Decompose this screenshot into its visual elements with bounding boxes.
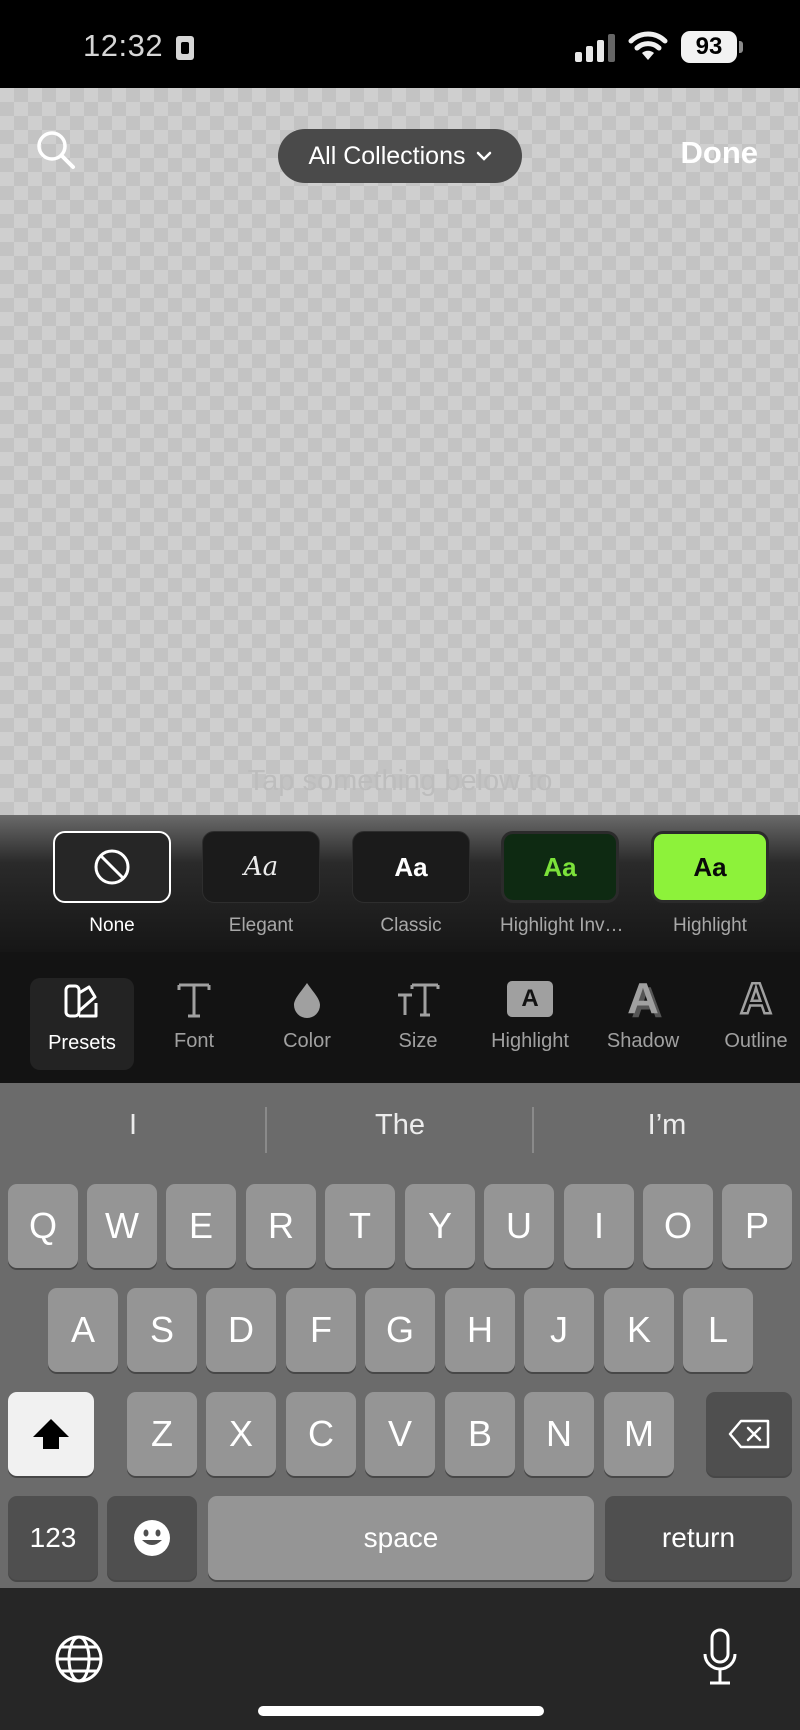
key-f[interactable]: F [286,1288,356,1372]
tool-highlight[interactable]: A Highlight [478,976,582,1053]
return-key[interactable]: return [605,1496,792,1580]
prohibited-icon [94,849,130,885]
presets-icon [64,984,98,1018]
preset-highlight-thumb: Aa [651,831,769,903]
size-icon [398,983,440,1017]
wifi-icon [628,31,668,60]
status-time: 12:32 [83,28,164,63]
search-icon[interactable] [34,128,78,172]
preset-label: None [89,915,135,936]
chevron-down-icon [476,151,491,161]
shadow-icon: A [627,974,659,1023]
key-y[interactable]: Y [405,1184,475,1268]
suggestion-item[interactable]: I’m [534,1109,800,1142]
key-v[interactable]: V [365,1392,435,1476]
key-s[interactable]: S [127,1288,197,1372]
color-drop-icon [294,983,320,1018]
preset-label: Highlight [673,915,747,936]
suggestion-bar: I The I’m [0,1083,800,1179]
key-g[interactable]: G [365,1288,435,1372]
presets-strip: None Aa Elegant Aa Classic Aa Highlight … [0,815,800,952]
key-b[interactable]: B [445,1392,515,1476]
tool-label: Shadow [606,1030,680,1052]
tool-presets[interactable]: Presets [30,978,134,1070]
outline-icon: A [739,974,773,1023]
highlight-icon: A [507,981,553,1017]
tool-label: Color [283,1030,331,1052]
space-key[interactable]: space [208,1496,594,1580]
preset-highlight-inverted[interactable]: Aa Highlight Inv… [500,831,624,937]
numbers-key[interactable]: 123 [8,1496,98,1580]
preset-highlight-inverted-thumb: Aa [501,831,619,903]
tool-shadow[interactable]: A Shadow [591,976,695,1053]
space-key-label: space [363,1522,439,1553]
suggestion-item[interactable]: The [267,1109,533,1142]
preset-elegant-thumb: Aa [202,831,320,903]
collections-label: All Collections [308,141,466,170]
backspace-key[interactable] [706,1392,792,1476]
key-e[interactable]: E [166,1184,236,1268]
tool-label: Presets [48,1032,116,1054]
key-l[interactable]: L [683,1288,753,1372]
key-z[interactable]: Z [127,1392,197,1476]
home-indicator[interactable] [258,1706,544,1716]
key-u[interactable]: U [484,1184,554,1268]
preset-label: Classic [380,915,442,936]
tool-outline[interactable]: A Outline [704,974,800,1053]
preset-highlight[interactable]: Aa Highlight [650,831,770,937]
key-t[interactable]: T [325,1184,395,1268]
battery-indicator: 93 [681,31,737,63]
style-toolbar: Presets Font Color Size A Highlight A Sh… [0,952,800,1083]
key-r[interactable]: R [246,1184,316,1268]
preset-none-thumb [53,831,171,903]
globe-icon[interactable] [53,1633,105,1685]
preset-label: Elegant [228,915,294,936]
key-o[interactable]: O [643,1184,713,1268]
preset-classic-thumb: Aa [352,831,470,903]
tool-font[interactable]: Font [142,976,246,1053]
preset-label: Highlight Inv… [500,915,624,936]
numbers-key-label: 123 [29,1522,77,1553]
preset-elegant[interactable]: Aa Elegant [201,831,321,937]
status-bar: 12:32 93 [0,0,800,88]
keyboard: I The I’m Q W E R T Y U I O P A S D F G … [0,1083,800,1730]
key-n[interactable]: N [524,1392,594,1476]
key-x[interactable]: X [206,1392,276,1476]
key-h[interactable]: H [445,1288,515,1372]
cellular-signal-icon [575,34,617,62]
hint-line-1: Tap something below to [247,765,553,797]
tool-label: Highlight [491,1030,569,1052]
sim-card-icon [176,36,194,60]
done-button[interactable]: Done [681,135,759,171]
battery-tip [739,41,743,53]
emoji-key[interactable] [107,1496,197,1580]
collections-dropdown[interactable]: All Collections [278,129,522,183]
preset-classic[interactable]: Aa Classic [351,831,471,937]
suggestion-item[interactable]: I [0,1109,266,1142]
key-d[interactable]: D [206,1288,276,1372]
emoji-icon [134,1520,170,1556]
shift-arrow-icon [33,1419,69,1449]
key-i[interactable]: I [564,1184,634,1268]
tool-size[interactable]: Size [366,976,470,1053]
key-p[interactable]: P [722,1184,792,1268]
canvas-area[interactable]: All Collections Done Tap something below… [0,88,800,843]
key-w[interactable]: W [87,1184,157,1268]
key-q[interactable]: Q [8,1184,78,1268]
font-icon [177,983,211,1018]
key-a[interactable]: A [48,1288,118,1372]
tool-label: Font [173,1030,215,1052]
shift-key[interactable] [8,1392,94,1476]
key-c[interactable]: C [286,1392,356,1476]
tool-label: Outline [724,1030,788,1052]
key-k[interactable]: K [604,1288,674,1372]
tool-label: Size [398,1030,438,1052]
microphone-icon[interactable] [700,1626,740,1690]
backspace-icon [728,1419,770,1449]
tool-color[interactable]: Color [255,976,359,1053]
key-m[interactable]: M [604,1392,674,1476]
preset-none[interactable]: None [52,831,172,937]
key-j[interactable]: J [524,1288,594,1372]
return-key-label: return [661,1522,736,1553]
